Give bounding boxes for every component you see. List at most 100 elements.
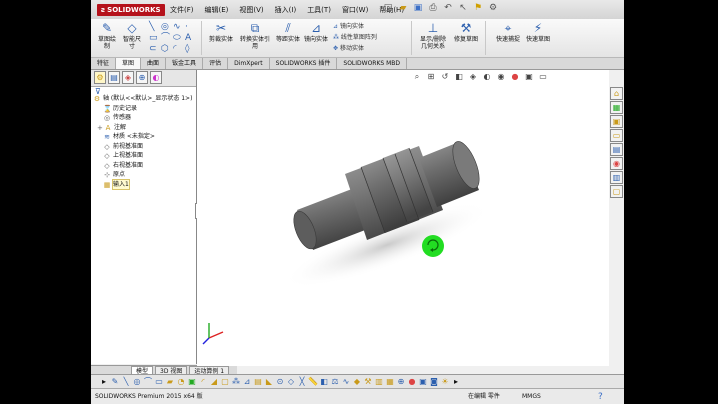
display-style-icon[interactable]: ◐: [482, 72, 492, 82]
home-icon[interactable]: ⌂: [610, 87, 623, 100]
model-viewport[interactable]: [197, 70, 609, 366]
hole-tool-icon[interactable]: ⊙: [275, 377, 285, 387]
mirror-button[interactable]: ⊿ 镜向实体: [303, 21, 329, 43]
tree-item-history[interactable]: ⌛ 历史记录: [103, 104, 137, 113]
print-icon[interactable]: ⎙: [428, 3, 438, 14]
tab-mbd[interactable]: SOLIDWORKS MBD: [337, 58, 408, 69]
command-list-item-3[interactable]: ✥ 移动实体: [333, 44, 364, 54]
line-tool-icon[interactable]: ╲: [121, 377, 131, 387]
measure-tool-icon[interactable]: 📏: [308, 377, 318, 387]
quick-snap-button[interactable]: ⌖ 快速捕捉: [495, 21, 521, 43]
tree-item-material[interactable]: ≋ 材质 <未指定>: [103, 132, 155, 141]
undo-icon[interactable]: ↶: [443, 3, 453, 14]
solidworks-logo[interactable]: ƨ SOLIDWORKS: [97, 4, 165, 16]
save-icon[interactable]: ▣: [413, 3, 423, 14]
tab-addins[interactable]: SOLIDWORKS 插件: [270, 58, 338, 69]
circle-icon[interactable]: ◎: [161, 22, 169, 32]
arc-icon[interactable]: ⌒: [161, 33, 170, 43]
appearances-icon[interactable]: ◉: [610, 157, 623, 170]
repair-sketch-button[interactable]: ⚒ 修复草图: [453, 21, 479, 43]
polygon-icon[interactable]: ⬡: [161, 44, 169, 54]
plane-icon[interactable]: ◊: [185, 44, 189, 54]
weld-tool-icon[interactable]: ⚒: [363, 377, 373, 387]
graphics-area[interactable]: ⌕ ⊞ ↺ ◧ ◈ ◐ ◉ ● ▣ ▭: [197, 70, 609, 366]
design-library-icon[interactable]: ▣: [610, 115, 623, 128]
command-list-item-1[interactable]: ⊿ 镜向实体: [333, 22, 364, 32]
axis-tool-icon[interactable]: ╳: [297, 377, 307, 387]
resources-icon[interactable]: ▦: [610, 101, 623, 114]
ellipse-icon[interactable]: ⬭: [173, 33, 181, 43]
scene-icon[interactable]: ▣: [524, 72, 534, 82]
mold-tool-icon[interactable]: ▦: [385, 377, 395, 387]
tree-item-right-plane[interactable]: ◇ 右视基准面: [103, 161, 143, 170]
chamfer-tool-icon[interactable]: ◢: [209, 377, 219, 387]
tree-item-part[interactable]: ⚙ 轴 (默认<<默认>_显示状态 1>): [93, 94, 193, 103]
tab-features[interactable]: 特征: [91, 58, 117, 69]
light-tool-icon[interactable]: ☀: [440, 377, 450, 387]
render-tool-icon[interactable]: ●: [407, 377, 417, 387]
mirror-tool-icon[interactable]: ⊿: [242, 377, 252, 387]
plane-tool-icon[interactable]: ◇: [286, 377, 296, 387]
pattern-tool-icon[interactable]: ⁂: [231, 377, 241, 387]
section-view-icon[interactable]: ◧: [454, 72, 464, 82]
camera-tool-icon[interactable]: ◙: [429, 377, 439, 387]
shell-tool-icon[interactable]: ▢: [220, 377, 230, 387]
custom-properties-icon[interactable]: ▥: [610, 171, 623, 184]
tab-sketch[interactable]: 草图: [116, 58, 142, 69]
routing-tool-icon[interactable]: ⊕: [396, 377, 406, 387]
rebuild-icon[interactable]: ⚑: [473, 3, 483, 14]
open-icon[interactable]: ▰: [398, 3, 408, 14]
shaft-part[interactable]: [276, 138, 498, 303]
tree-item-top-plane[interactable]: ◇ 上视基准面: [103, 151, 143, 160]
display-icon[interactable]: ◐: [150, 71, 162, 84]
menu-edit[interactable]: 编辑(E): [205, 5, 229, 15]
select-icon[interactable]: ↖: [458, 3, 468, 14]
circle-tool-icon[interactable]: ◎: [132, 377, 142, 387]
new-icon[interactable]: □: [383, 3, 393, 14]
rapid-sketch-button[interactable]: ⚡ 快速草图: [525, 21, 551, 43]
mass-tool-icon[interactable]: ⚖: [330, 377, 340, 387]
zoom-area-icon[interactable]: ⊞: [426, 72, 436, 82]
cut-tool-icon[interactable]: ▣: [187, 377, 197, 387]
view-palette-icon[interactable]: ▤: [610, 143, 623, 156]
section-tool-icon[interactable]: ◧: [319, 377, 329, 387]
tab-dimxpert[interactable]: DimXpert: [228, 58, 270, 69]
arc-tool-icon[interactable]: ⌒: [143, 377, 153, 387]
revolve-tool-icon[interactable]: ◔: [176, 377, 186, 387]
menu-window[interactable]: 窗口(W): [342, 5, 368, 15]
curve-tool-icon[interactable]: ∿: [341, 377, 351, 387]
file-explorer-icon[interactable]: ▭: [610, 129, 623, 142]
tree-item-origin[interactable]: ⊹ 原点: [103, 170, 125, 179]
surface-tool-icon[interactable]: ◆: [352, 377, 362, 387]
tree-item-annotations[interactable]: + A 注解: [97, 123, 126, 132]
fillet-icon[interactable]: ◜: [173, 44, 177, 54]
menu-tools[interactable]: 工具(T): [307, 5, 331, 15]
draft-tool-icon[interactable]: ◣: [264, 377, 274, 387]
convert-entities-button[interactable]: ⧉ 转换实体引用: [239, 21, 271, 50]
menu-file[interactable]: 文件(F): [170, 5, 194, 15]
sketch-tool-icon[interactable]: ✎: [110, 377, 120, 387]
menu-insert[interactable]: 插入(I): [275, 5, 297, 15]
fillet-tool-icon[interactable]: ◜: [198, 377, 208, 387]
sketch-button[interactable]: ✎ 草图绘制: [96, 21, 118, 50]
view-orientation-icon[interactable]: ◈: [468, 72, 478, 82]
scene-tool-icon[interactable]: ▣: [418, 377, 428, 387]
view-settings-icon[interactable]: ▭: [538, 72, 548, 82]
hide-show-icon[interactable]: ◉: [496, 72, 506, 82]
zoom-fit-icon[interactable]: ⌕: [412, 72, 422, 82]
text-icon[interactable]: A: [185, 33, 191, 43]
toolbar-arrow-icon[interactable]: ▸: [99, 377, 109, 387]
command-list-item-2[interactable]: ⁂ 线性草图阵列: [333, 33, 377, 43]
tab-surfaces[interactable]: 曲面: [141, 58, 167, 69]
options-icon[interactable]: ⚙: [488, 3, 498, 14]
previous-view-icon[interactable]: ↺: [440, 72, 450, 82]
dimxpert-icon[interactable]: ⊕: [136, 71, 148, 84]
trim-button[interactable]: ✂ 剪裁实体: [207, 21, 235, 43]
tree-item-front-plane[interactable]: ◇ 前视基准面: [103, 142, 143, 151]
tree-item-sensors[interactable]: ◎ 传感器: [103, 113, 131, 122]
extrude-tool-icon[interactable]: ▰: [165, 377, 175, 387]
help-icon[interactable]: ?: [598, 389, 603, 404]
rectangle-icon[interactable]: ▭: [149, 33, 158, 43]
point-icon[interactable]: ·: [185, 22, 188, 32]
rect-tool-icon[interactable]: ▭: [154, 377, 164, 387]
